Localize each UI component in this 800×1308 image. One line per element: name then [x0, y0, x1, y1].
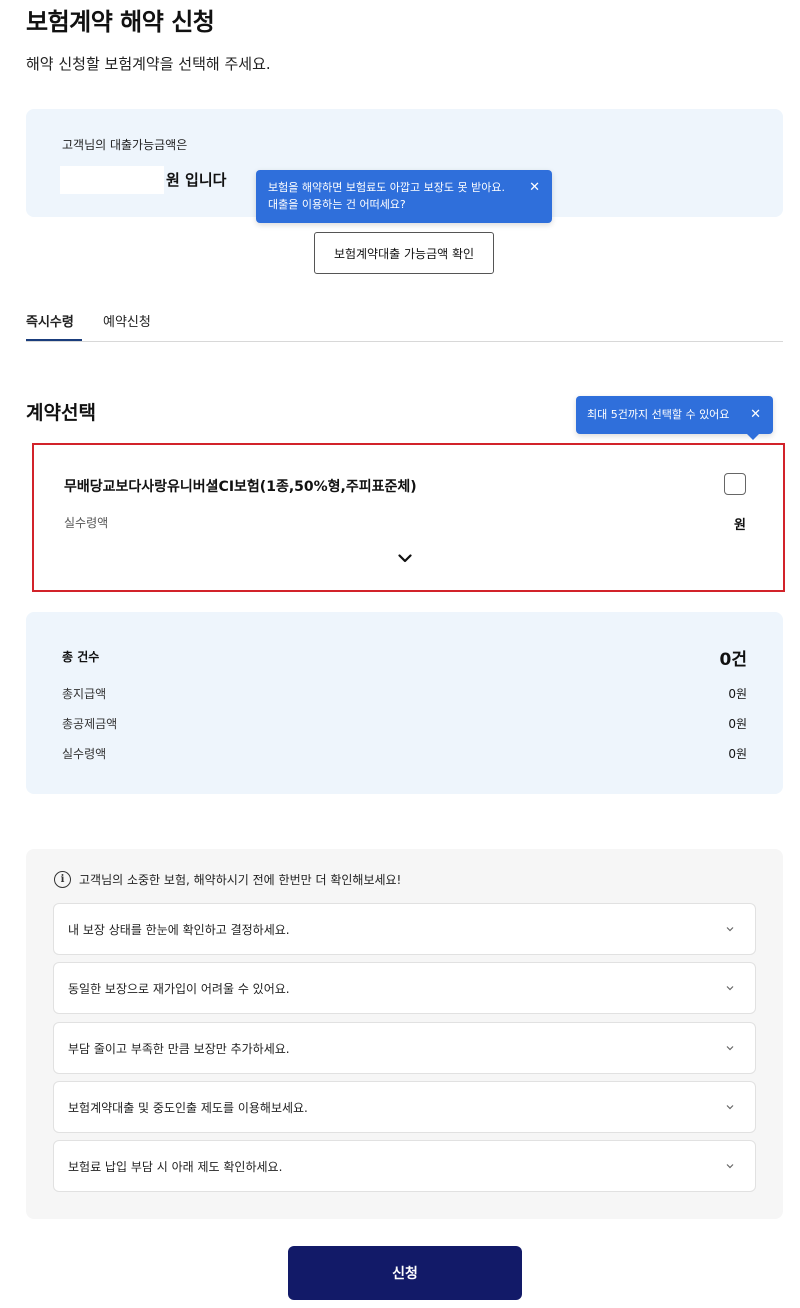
close-icon[interactable]: ✕ — [750, 408, 761, 421]
total-deduction-label: 총공제금액 — [62, 717, 118, 731]
tooltip-text-line1: 보험을 해약하면 보험료도 아깝고 보장도 못 받아요. — [268, 181, 505, 194]
chevron-down-icon — [726, 1105, 734, 1110]
expand-button[interactable] — [395, 549, 415, 567]
loan-amount-label: 고객님의 대출가능금액은 — [62, 138, 188, 152]
loan-check-button[interactable]: 보험계약대출 가능금액 확인 — [314, 232, 494, 274]
net-amount-label: 실수령액 — [64, 516, 109, 530]
close-icon[interactable]: ✕ — [529, 181, 540, 194]
selection-limit-tooltip: 최대 5건까지 선택할 수 있어요 ✕ — [576, 396, 773, 440]
notice-panel: i 고객님의 소중한 보험, 해약하시기 전에 한번만 더 확인해보세요! 내 … — [26, 849, 783, 1219]
tab-instant-receipt[interactable]: 즉시수령 — [26, 311, 74, 330]
chevron-down-icon — [726, 986, 734, 991]
loan-suggestion-tooltip: 보험을 해약하면 보험료도 아깝고 보장도 못 받아요. 대출을 이용하는 건 … — [256, 170, 552, 223]
tooltip-text-line2: 대출을 이용하는 건 어떠세요? — [268, 198, 406, 211]
summary-panel: 총 건수 0건 총지급액 0원 총공제금액 0원 실수령액 0원 — [26, 612, 783, 794]
apply-button[interactable]: 신청 — [288, 1246, 522, 1300]
faq-item[interactable]: 내 보장 상태를 한눈에 확인하고 결정하세요. — [53, 903, 756, 955]
tab-reservation[interactable]: 예약신청 — [103, 311, 151, 330]
faq-item[interactable]: 보험계약대출 및 중도인출 제도를 이용해보세요. — [53, 1081, 756, 1133]
faq-label: 내 보장 상태를 한눈에 확인하고 결정하세요. — [68, 923, 290, 937]
total-deduction-value: 0원 — [728, 717, 747, 731]
info-icon: i — [54, 871, 71, 888]
loan-amount-suffix: 원 입니다 — [166, 171, 227, 189]
contract-card: 무배당교보다사랑유니버셜CI보험(1종,50%형,주피표준체) 실수령액 원 — [32, 443, 785, 592]
loan-amount-value-masked — [60, 166, 164, 194]
page-title: 보험계약 해약 신청 — [26, 8, 215, 36]
net-receipt-value: 0원 — [728, 747, 747, 761]
net-receipt-label: 실수령액 — [62, 747, 107, 761]
total-count-value: 0건 — [719, 650, 747, 670]
chevron-down-icon — [726, 927, 734, 932]
faq-label: 보험계약대출 및 중도인출 제도를 이용해보세요. — [68, 1101, 308, 1115]
faq-label: 보험료 납입 부담 시 아래 제도 확인하세요. — [68, 1160, 283, 1174]
total-payment-label: 총지급액 — [62, 687, 107, 701]
faq-item[interactable]: 부담 줄이고 부족한 만큼 보장만 추가하세요. — [53, 1022, 756, 1074]
faq-label: 동일한 보장으로 재가입이 어려울 수 있어요. — [68, 982, 290, 996]
contract-name: 무배당교보다사랑유니버셜CI보험(1종,50%형,주피표준체) — [64, 479, 417, 495]
notice-title: 고객님의 소중한 보험, 해약하시기 전에 한번만 더 확인해보세요! — [79, 873, 402, 887]
contract-select-checkbox[interactable] — [724, 473, 746, 495]
tooltip-text: 최대 5건까지 선택할 수 있어요 — [587, 408, 730, 421]
faq-label: 부담 줄이고 부족한 만큼 보장만 추가하세요. — [68, 1042, 290, 1056]
chevron-down-icon — [398, 553, 412, 562]
total-count-label: 총 건수 — [62, 650, 100, 664]
receipt-tabs: 즉시수령 예약신청 — [26, 308, 783, 342]
notice-header: i 고객님의 소중한 보험, 해약하시기 전에 한번만 더 확인해보세요! — [54, 871, 401, 888]
net-amount-value: 원 — [734, 518, 746, 533]
contract-section-title: 계약선택 — [26, 402, 96, 424]
faq-item[interactable]: 보험료 납입 부담 시 아래 제도 확인하세요. — [53, 1140, 756, 1192]
active-tab-indicator — [26, 339, 82, 341]
total-payment-value: 0원 — [728, 687, 747, 701]
chevron-down-icon — [726, 1164, 734, 1169]
faq-item[interactable]: 동일한 보장으로 재가입이 어려울 수 있어요. — [53, 962, 756, 1014]
page-subtitle: 해약 신청할 보험계약을 선택해 주세요. — [26, 55, 271, 73]
chevron-down-icon — [726, 1046, 734, 1051]
